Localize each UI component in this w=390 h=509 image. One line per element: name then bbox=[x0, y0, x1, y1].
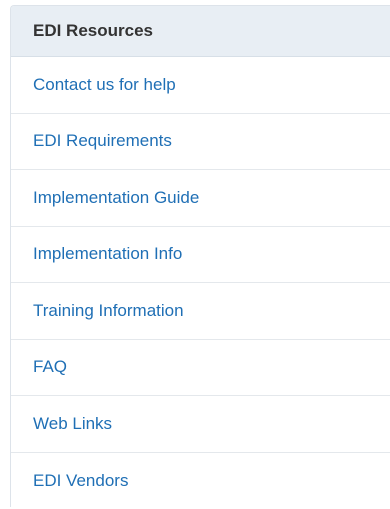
menu-item-training[interactable]: Training Information bbox=[11, 283, 390, 340]
panel-heading: EDI Resources bbox=[11, 6, 390, 57]
menu-item-implementation-guide[interactable]: Implementation Guide bbox=[11, 170, 390, 227]
menu-item-faq[interactable]: FAQ bbox=[11, 340, 390, 397]
training-information-link[interactable]: Training Information bbox=[33, 301, 184, 321]
menu-item-web-links[interactable]: Web Links bbox=[11, 396, 390, 453]
implementation-guide-link[interactable]: Implementation Guide bbox=[33, 188, 199, 208]
implementation-info-link[interactable]: Implementation Info bbox=[33, 244, 182, 264]
menu-item-vendors[interactable]: EDI Vendors bbox=[11, 453, 390, 509]
menu-item-contact[interactable]: Contact us for help bbox=[11, 57, 390, 114]
resource-menu: Contact us for help EDI Requirements Imp… bbox=[11, 57, 390, 509]
edi-requirements-link[interactable]: EDI Requirements bbox=[33, 131, 172, 151]
menu-item-implementation-info[interactable]: Implementation Info bbox=[11, 227, 390, 284]
contact-us-link[interactable]: Contact us for help bbox=[33, 75, 176, 95]
web-links-link[interactable]: Web Links bbox=[33, 414, 112, 434]
edi-vendors-link[interactable]: EDI Vendors bbox=[33, 471, 128, 491]
faq-link[interactable]: FAQ bbox=[33, 357, 67, 377]
edi-resources-panel: EDI Resources Contact us for help EDI Re… bbox=[10, 5, 390, 507]
menu-item-requirements[interactable]: EDI Requirements bbox=[11, 114, 390, 171]
